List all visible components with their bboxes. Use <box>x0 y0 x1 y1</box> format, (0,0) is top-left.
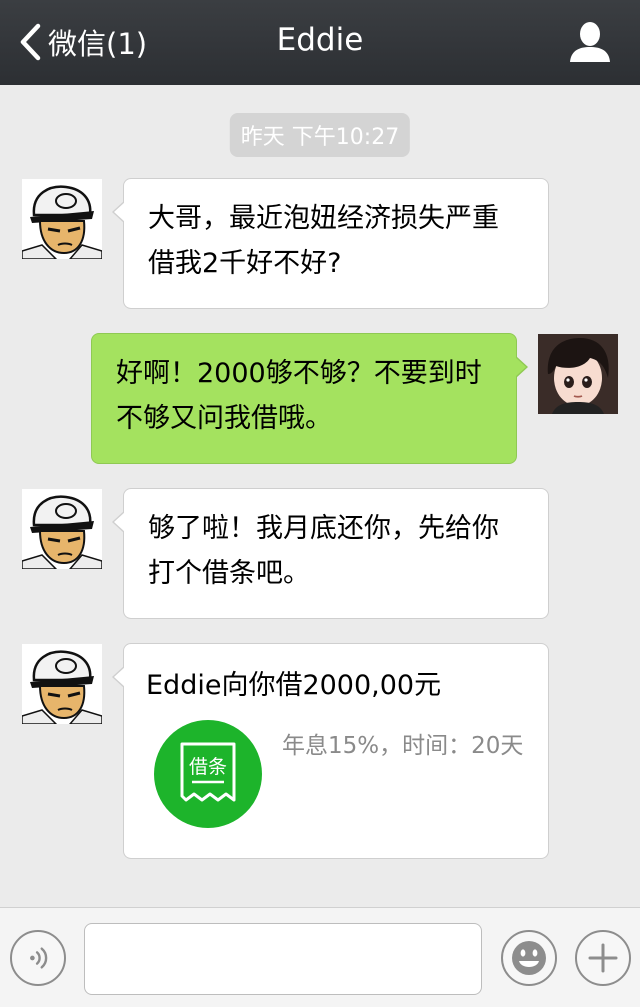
emoji-icon <box>512 941 546 975</box>
voice-icon <box>30 947 48 969</box>
message-bubble-sent[interactable]: 好啊！2000够不够？不要到时 不够又问我借哦。 <box>91 333 528 464</box>
voice-button[interactable] <box>10 930 66 986</box>
message-text-line: 好啊！2000够不够？不要到时 <box>116 358 482 389</box>
avatar-eddie[interactable] <box>22 489 102 569</box>
iou-thumbnail: 借条 <box>148 714 268 834</box>
cartoon-avatar-icon <box>22 489 102 569</box>
message-bubble-received[interactable]: 够了啦！我月底还你，先给你 打个借条吧。 <box>112 488 549 619</box>
avatar-eddie[interactable] <box>22 179 102 259</box>
message-timestamp: 昨天 下午10:27 <box>229 113 411 157</box>
avatar-self[interactable] <box>538 334 618 414</box>
message-text-line: 打个借条吧。 <box>148 558 310 589</box>
message-text-line: 大哥，最近泡妞经济损失严重 <box>148 203 499 234</box>
avatar-eddie[interactable] <box>22 644 102 724</box>
input-toolbar <box>0 907 640 1007</box>
plus-icon <box>588 943 618 973</box>
cartoon-avatar-icon <box>22 644 102 724</box>
nav-header: 微信(1) Eddie <box>0 0 640 85</box>
cartoon-avatar-icon <box>538 334 618 414</box>
chevron-left-icon <box>20 23 41 61</box>
person-icon <box>570 22 610 62</box>
more-actions-button[interactable] <box>575 930 631 986</box>
iou-card-detail: 年息15%，时间：20天 <box>282 733 524 759</box>
message-text-line: 够了啦！我月底还你，先给你 <box>148 513 499 544</box>
message-text-line: 借我2千好不好? <box>148 248 342 279</box>
emoji-button[interactable] <box>501 930 557 986</box>
iou-card-title: Eddie向你借2000,00元 <box>146 670 442 701</box>
cartoon-avatar-icon <box>22 179 102 259</box>
iou-icon-label: 借条 <box>189 756 227 778</box>
iou-card[interactable]: Eddie向你借2000,00元 借条 年息15%，时间：20天 <box>112 643 549 859</box>
message-text-line: 不够又问我借哦。 <box>116 403 332 434</box>
message-input[interactable] <box>84 923 482 995</box>
back-label: 微信(1) <box>48 27 148 61</box>
back-button[interactable]: 微信(1) <box>18 20 147 64</box>
contact-info-button[interactable] <box>568 20 612 64</box>
message-bubble-received[interactable]: 大哥，最近泡妞经济损失严重 借我2千好不好? <box>112 178 549 309</box>
